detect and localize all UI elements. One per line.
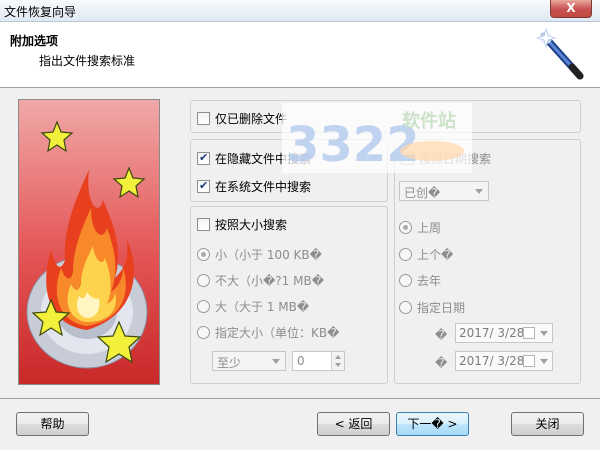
date-custom-label: 指定日期 xyxy=(417,301,466,315)
date-custom-option[interactable]: 指定日期 xyxy=(399,299,465,316)
close-button[interactable]: 关闭 xyxy=(511,412,584,436)
watermark-text: 软件站 xyxy=(402,110,456,132)
chevron-up-icon[interactable] xyxy=(335,355,341,359)
size-small-label: 小（小于 100 KB� xyxy=(215,248,322,262)
date-last-week-radio[interactable] xyxy=(399,221,412,234)
date-to-value: 2017/ 3/28 xyxy=(459,354,525,368)
help-button[interactable]: 帮助 xyxy=(16,412,89,436)
footer-separator xyxy=(0,398,600,399)
size-custom-radio[interactable] xyxy=(197,326,210,339)
size-value: 0 xyxy=(297,354,305,368)
system-files-option[interactable]: 在系统文件中搜索 xyxy=(197,178,311,195)
header-title: 附加选项 xyxy=(10,34,59,48)
size-medium-radio[interactable] xyxy=(197,274,210,287)
size-search-label: 按照大小搜索 xyxy=(215,218,288,232)
size-large-label: 大（大于 1 MB� xyxy=(215,300,310,314)
date-from-value: 2017/ 3/28 xyxy=(459,326,525,340)
system-files-label: 在系统文件中搜索 xyxy=(215,180,312,194)
date-type-select[interactable]: 已创� xyxy=(399,181,489,201)
date-last-month-radio[interactable] xyxy=(399,248,412,261)
date-to-label: � xyxy=(435,356,448,370)
date-to-calendar-checkbox[interactable] xyxy=(523,355,535,367)
fire-disc-icon xyxy=(26,120,148,369)
size-custom-option[interactable]: 指定大小（单位：KB� xyxy=(197,324,339,341)
size-qualifier-select[interactable]: 至少 xyxy=(212,351,286,371)
watermark-number: 3322 xyxy=(286,117,420,173)
next-button[interactable]: 下一� > xyxy=(396,412,469,436)
date-type-value: 已创� xyxy=(404,186,441,200)
size-medium-option[interactable]: 不大（小�?1 MB� xyxy=(197,272,324,289)
hidden-files-checkbox[interactable] xyxy=(197,151,210,165)
deleted-only-label: 仅已删除文件 xyxy=(215,112,288,126)
size-qualifier-value: 至少 xyxy=(217,356,242,370)
deleted-only-checkbox[interactable] xyxy=(197,112,210,125)
size-value-stepper[interactable]: 0 xyxy=(292,351,345,371)
size-search-option[interactable]: 按照大小搜索 xyxy=(197,216,287,233)
window-close-button[interactable]: X xyxy=(550,0,592,18)
size-medium-label: 不大（小�?1 MB� xyxy=(215,274,325,288)
watermark-logo-icon: 3322 软件站 xyxy=(286,110,464,173)
size-search-checkbox[interactable] xyxy=(197,218,210,231)
date-from-label: � xyxy=(435,328,448,342)
back-button[interactable]: < 返回 xyxy=(317,412,390,436)
date-last-week-label: 上周 xyxy=(417,221,442,235)
date-last-year-radio[interactable] xyxy=(399,274,412,287)
watermark-logo: 3322 软件站 xyxy=(282,103,472,173)
magic-wand-icon xyxy=(536,28,584,80)
deleted-only-option[interactable]: 仅已删除文件 xyxy=(197,110,287,127)
chevron-down-icon xyxy=(475,189,483,194)
wizard-header: 附加选项 指出文件搜索标准 xyxy=(0,22,600,88)
date-from-picker[interactable]: 2017/ 3/28 xyxy=(455,323,553,343)
date-last-month-label: 上个� xyxy=(417,248,454,262)
chevron-down-icon[interactable] xyxy=(540,359,548,364)
window-title: 文件恢复向导 xyxy=(4,5,77,19)
date-from-calendar-checkbox[interactable] xyxy=(523,327,535,339)
date-custom-radio[interactable] xyxy=(399,301,412,314)
system-files-checkbox[interactable] xyxy=(197,179,210,193)
title-bar: 文件恢复向导 X xyxy=(0,0,600,22)
size-large-radio[interactable] xyxy=(197,300,210,313)
size-large-option[interactable]: 大（大于 1 MB� xyxy=(197,298,309,315)
date-last-month-option[interactable]: 上个� xyxy=(399,246,453,263)
chevron-down-icon xyxy=(272,359,280,364)
date-last-year-label: 去年 xyxy=(417,274,442,288)
size-custom-label: 指定大小（单位：KB� xyxy=(215,326,340,340)
date-last-year-option[interactable]: 去年 xyxy=(399,272,441,289)
wizard-illustration xyxy=(18,99,160,385)
date-last-week-option[interactable]: 上周 xyxy=(399,219,441,236)
size-small-option[interactable]: 小（小于 100 KB� xyxy=(197,246,322,263)
size-small-radio[interactable] xyxy=(197,248,210,261)
chevron-down-icon[interactable] xyxy=(335,363,341,367)
date-to-picker[interactable]: 2017/ 3/28 xyxy=(455,351,553,371)
chevron-down-icon[interactable] xyxy=(540,331,548,336)
header-subtitle: 指出文件搜索标准 xyxy=(39,54,136,68)
stepper-buttons[interactable] xyxy=(331,352,344,370)
